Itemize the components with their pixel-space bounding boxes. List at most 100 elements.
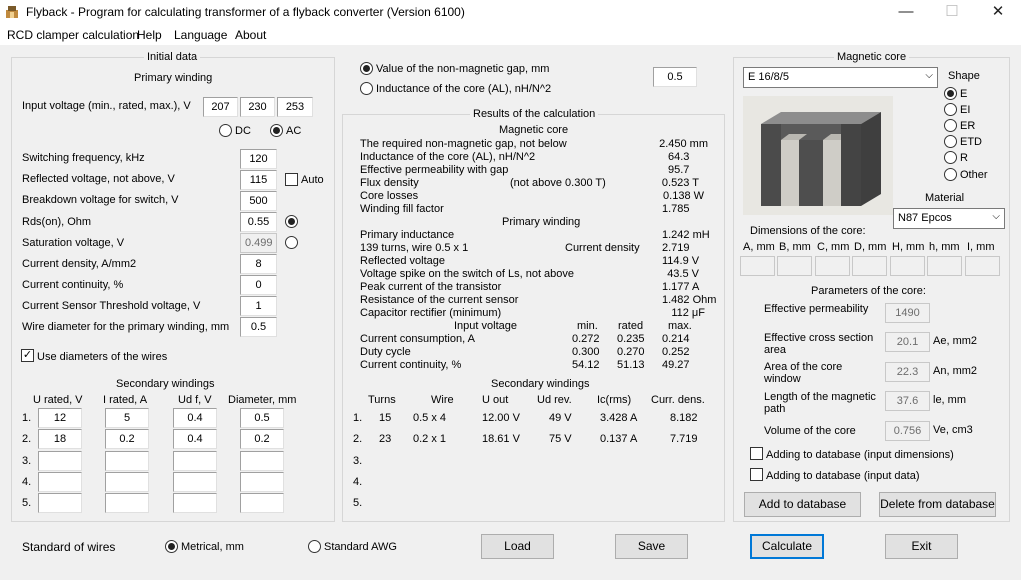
- add-data-checkbox[interactable]: [750, 468, 763, 481]
- breakdown-voltage-input[interactable]: 500: [240, 191, 277, 211]
- sec-i-input[interactable]: [105, 451, 149, 471]
- al-radio[interactable]: [360, 82, 373, 95]
- sec-u-input[interactable]: [38, 472, 82, 492]
- add-to-database-button[interactable]: Add to database: [744, 492, 861, 517]
- sensor-threshold-input[interactable]: 1: [240, 296, 277, 316]
- menu-about[interactable]: About: [235, 28, 266, 42]
- sw-turns: 15: [379, 412, 392, 424]
- sec-ud-input[interactable]: 0.4: [173, 429, 217, 449]
- core-select[interactable]: E 16/8/5 ⌵: [743, 67, 938, 88]
- sec-d-input[interactable]: [240, 472, 284, 492]
- shape-radio-e[interactable]: [944, 87, 957, 100]
- add-dims-checkbox[interactable]: [750, 447, 763, 460]
- calculate-button[interactable]: Calculate: [750, 534, 824, 559]
- dim-a-input[interactable]: [740, 256, 775, 276]
- sec-row-num: 5.: [22, 497, 32, 509]
- metric-radio[interactable]: [165, 540, 178, 553]
- shape-label: ER: [960, 120, 976, 132]
- reflected-voltage-input[interactable]: 115: [240, 170, 277, 190]
- saturation-voltage-radio[interactable]: [285, 236, 298, 249]
- dim-c-input[interactable]: [815, 256, 850, 276]
- vin-min-input[interactable]: 207: [203, 97, 238, 117]
- load-button[interactable]: Load: [481, 534, 554, 559]
- sw-wire: 0.2 x 1: [413, 433, 447, 445]
- use-diameters-checkbox[interactable]: ✓: [21, 349, 34, 362]
- sec-i-input[interactable]: [105, 472, 149, 492]
- result-value: 2.719: [662, 242, 690, 254]
- delete-from-database-button[interactable]: Delete from database: [879, 492, 996, 517]
- param-unit: An, mm2: [933, 365, 978, 377]
- result-label: Flux density: [360, 177, 419, 189]
- vin-max-input[interactable]: 253: [277, 97, 313, 117]
- sec-u-input[interactable]: 18: [38, 429, 82, 449]
- dim-d-input[interactable]: [852, 256, 887, 276]
- rds-on-input[interactable]: 0.55: [240, 212, 277, 232]
- al-label: Inductance of the core (AL), nH/N^2: [376, 83, 552, 95]
- magnetic-core-title: Magnetic core: [834, 51, 910, 63]
- sec-i-input[interactable]: 5: [105, 408, 149, 428]
- sec-i-input[interactable]: [105, 493, 149, 513]
- use-diameters-label: Use diameters of the wires: [37, 351, 168, 363]
- save-button[interactable]: Save: [615, 534, 688, 559]
- result-label: 139 turns, wire 0.5 x 1: [360, 242, 469, 254]
- sec-ud-input[interactable]: [173, 451, 217, 471]
- sw-header: Ic(rms): [597, 394, 632, 406]
- shape-label: ETD: [960, 136, 982, 148]
- input-voltage-header: Input voltage: [454, 320, 517, 332]
- dim-i-input[interactable]: [965, 256, 1000, 276]
- sec-header-diameter: Diameter, mm: [228, 394, 297, 406]
- shape-radio-er[interactable]: [944, 119, 957, 132]
- result-value: 0.523 T: [661, 177, 699, 189]
- magnetic-path-value: 37.6: [885, 391, 930, 411]
- auto-checkbox[interactable]: [285, 173, 298, 186]
- menu-bar: RCD clamper calculation Help Language Ab…: [0, 25, 1021, 45]
- sec-d-input[interactable]: 0.2: [240, 429, 284, 449]
- saturation-voltage-input[interactable]: 0.499: [240, 233, 277, 253]
- gap-value-input[interactable]: 0.5: [653, 67, 697, 87]
- param-unit: le, mm: [933, 394, 966, 406]
- dim-h-small-input[interactable]: [927, 256, 962, 276]
- shape-radio-other[interactable]: [944, 168, 957, 181]
- title-bar: Flyback - Program for calculating transf…: [0, 0, 1021, 25]
- sec-ud-input[interactable]: [173, 493, 217, 513]
- e-core-illustration: [761, 112, 881, 206]
- gap-radio[interactable]: [360, 62, 373, 75]
- dc-radio[interactable]: [219, 124, 232, 137]
- current-continuity-input[interactable]: 0: [240, 275, 277, 295]
- sec-ud-input[interactable]: 0.4: [173, 408, 217, 428]
- shape-radio-ei[interactable]: [944, 103, 957, 116]
- sec-d-input[interactable]: [240, 493, 284, 513]
- result-label: Capacitor rectifier (minimum): [360, 307, 502, 319]
- sec-d-input[interactable]: [240, 451, 284, 471]
- awg-radio[interactable]: [308, 540, 321, 553]
- param-unit: Ae, mm2: [933, 335, 978, 347]
- current-continuity-label: Current continuity, %: [22, 279, 124, 291]
- ac-radio[interactable]: [270, 124, 283, 137]
- sec-u-input[interactable]: [38, 451, 82, 471]
- switching-frequency-input[interactable]: 120: [240, 149, 277, 169]
- sec-ud-input[interactable]: [173, 472, 217, 492]
- wire-diameter-input[interactable]: 0.5: [240, 317, 277, 337]
- menu-help[interactable]: Help: [137, 28, 162, 42]
- sw-header: Turns: [368, 394, 396, 406]
- minimize-button[interactable]: —: [883, 0, 929, 25]
- sec-d-input[interactable]: 0.5: [240, 408, 284, 428]
- current-density-input[interactable]: 8: [240, 254, 277, 274]
- menu-rcd[interactable]: RCD clamper calculation: [7, 28, 139, 42]
- shape-radio-r[interactable]: [944, 151, 957, 164]
- sec-i-input[interactable]: 0.2: [105, 429, 149, 449]
- rds-on-radio[interactable]: [285, 215, 298, 228]
- dim-h-input[interactable]: [890, 256, 925, 276]
- close-button[interactable]: ✕: [975, 0, 1021, 25]
- result-label: The required non-magnetic gap, not below: [360, 138, 567, 150]
- sec-u-input[interactable]: [38, 493, 82, 513]
- menu-language[interactable]: Language: [174, 28, 227, 42]
- iv-header-min: min.: [577, 320, 598, 332]
- dim-b-input[interactable]: [777, 256, 812, 276]
- exit-button[interactable]: Exit: [885, 534, 958, 559]
- shape-radio-etd[interactable]: [944, 135, 957, 148]
- maximize-button: ☐: [945, 3, 959, 20]
- vin-rated-input[interactable]: 230: [240, 97, 275, 117]
- sec-u-input[interactable]: 12: [38, 408, 82, 428]
- material-select[interactable]: N87 Epcos ⌵: [893, 208, 1005, 229]
